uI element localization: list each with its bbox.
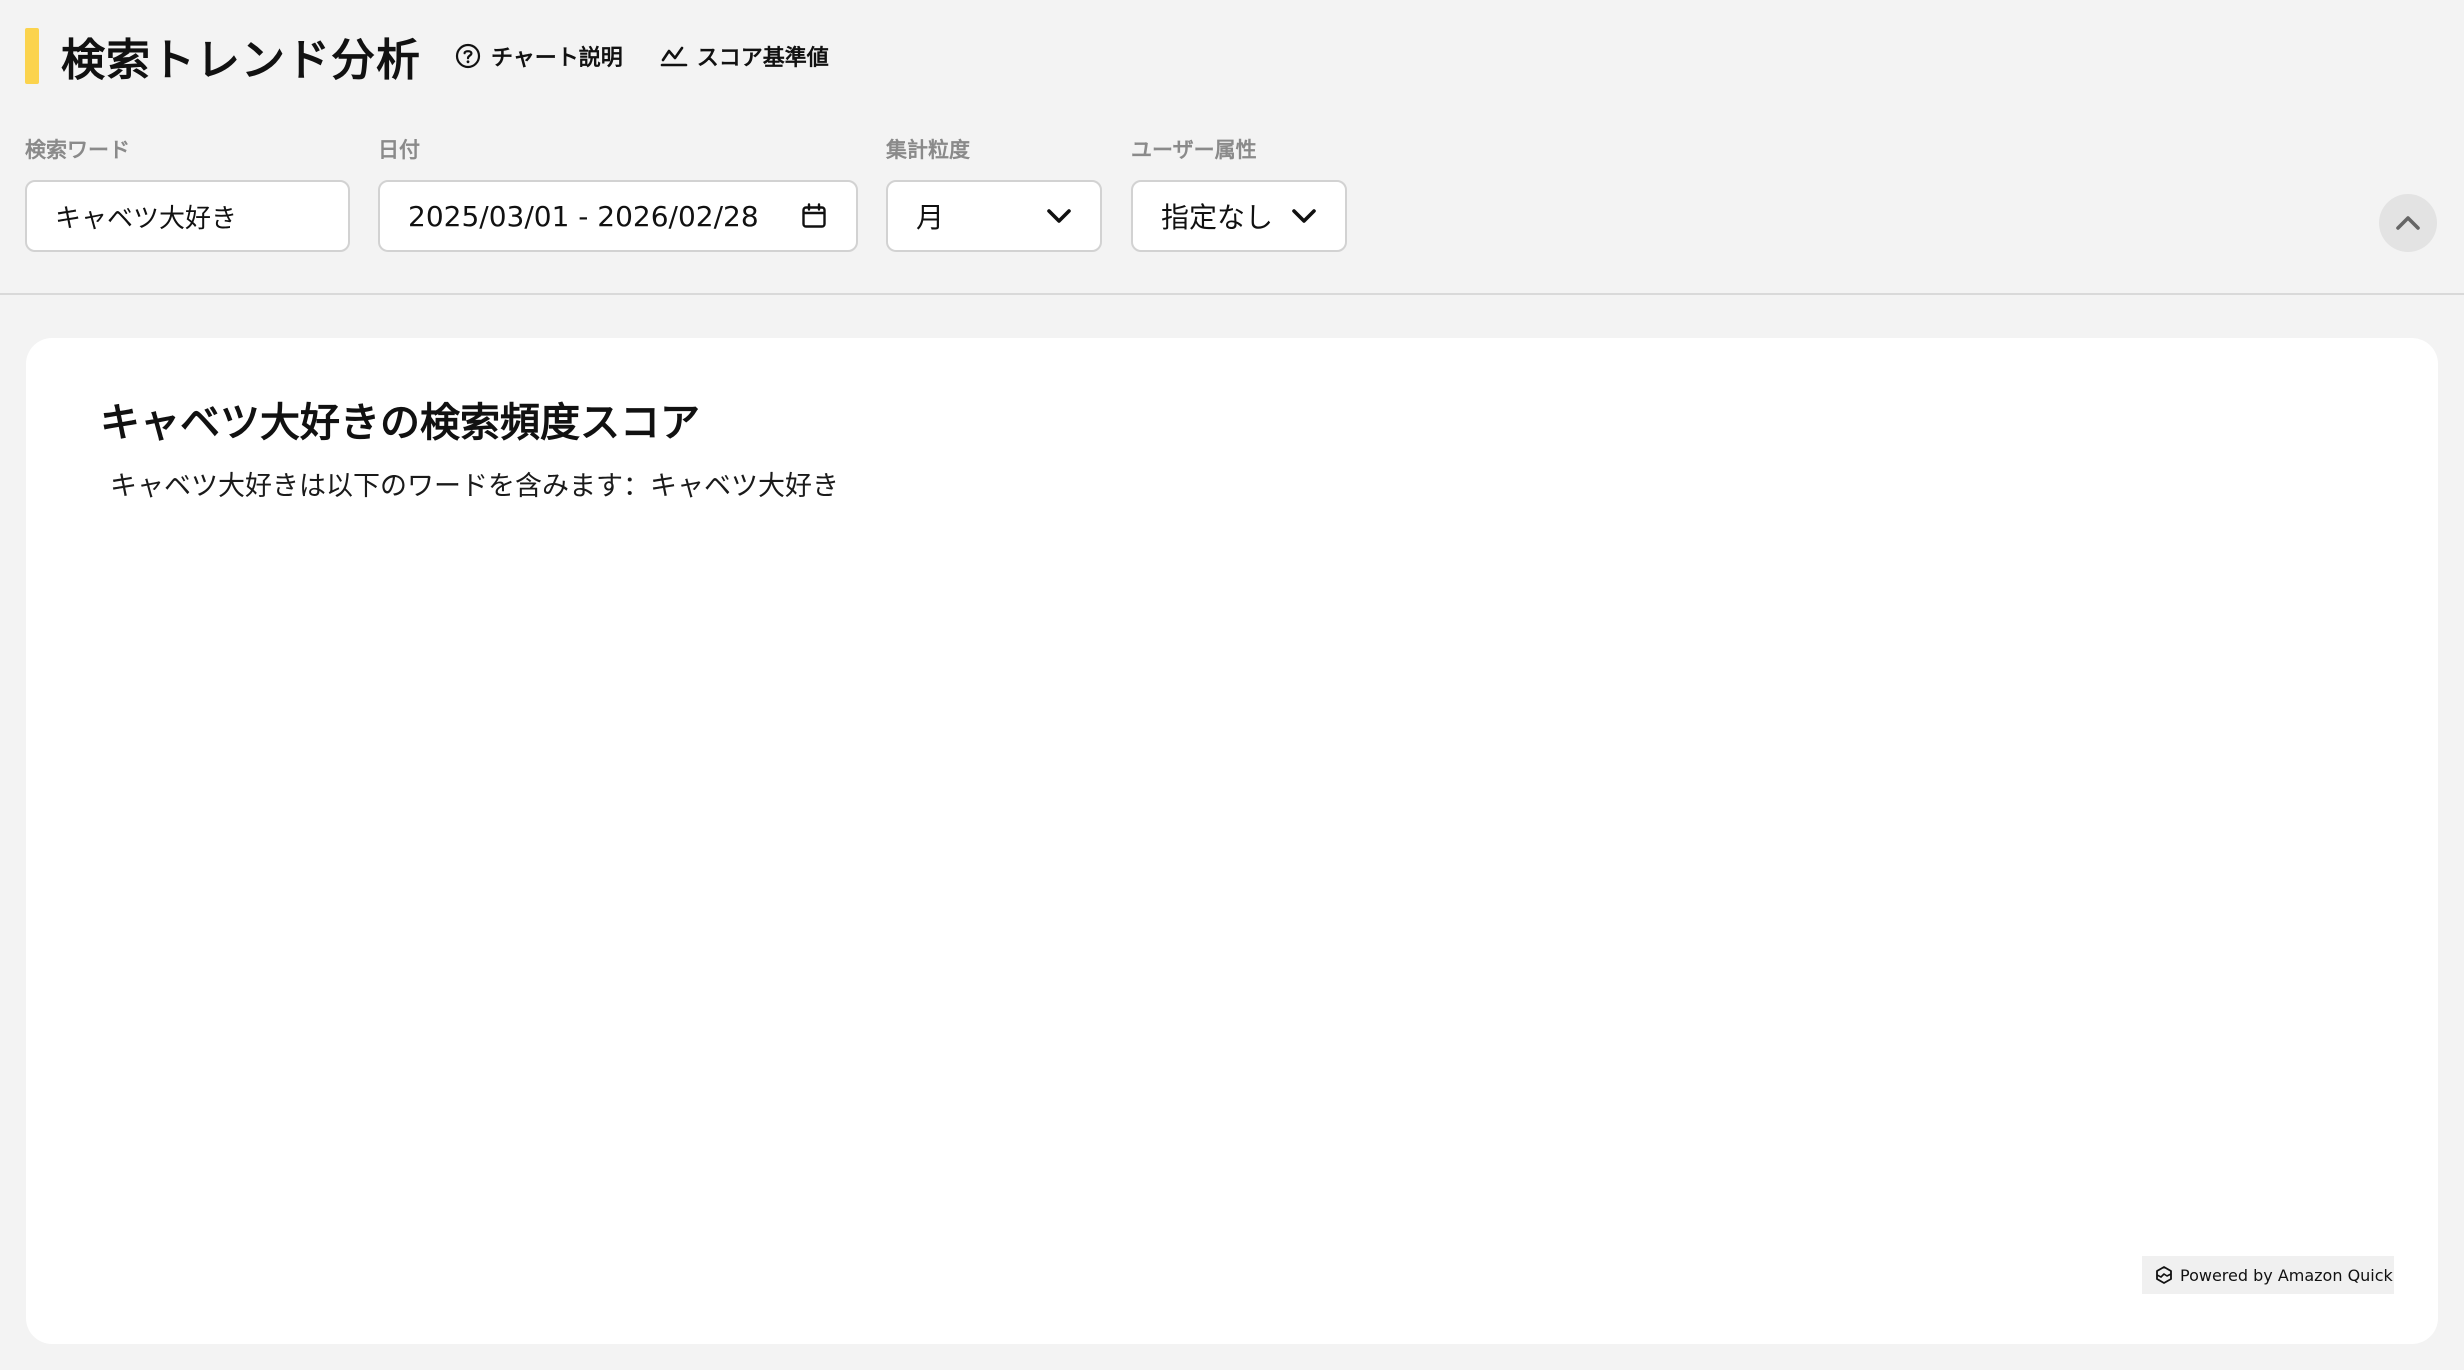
keyword-filter: 検索ワード [25, 136, 350, 252]
chart-help-label: チャート説明 [491, 46, 623, 71]
question-circle-icon [453, 41, 483, 71]
powered-by-badge[interactable]: Powered by Amazon Quick [2142, 1256, 2394, 1294]
keyword-field[interactable] [25, 180, 350, 252]
date-range-picker[interactable]: 2025/03/01 - 2026/02/28 [378, 180, 858, 252]
user-attr-filter: ユーザー属性 指定なし [1131, 136, 1347, 252]
filter-header: 検索トレンド分析 チャート説明 スコア基準値 検索ワード キャベツ大好き 日付 … [0, 0, 2464, 295]
user-attr-filter-label: ユーザー属性 [1131, 138, 1257, 162]
chart-card-title: キャベツ大好きの検索頻度スコア [100, 400, 700, 446]
date-filter: 日付 2025/03/01 - 2026/02/28 [378, 136, 858, 252]
date-filter-label: 日付 [378, 138, 420, 162]
title-row: 検索トレンド分析 チャート説明 スコア基準値 [25, 28, 829, 86]
chevron-down-icon [1291, 207, 1317, 225]
chevron-up-icon [2395, 214, 2421, 232]
user-attr-select[interactable]: 指定なし [1131, 180, 1347, 252]
powered-by-label: Powered by Amazon Quick [2180, 1265, 2393, 1285]
keyword-filter-label: 検索ワード [25, 138, 130, 162]
granularity-select[interactable]: 月 [886, 180, 1102, 252]
score-baseline-label: スコア基準値 [696, 46, 829, 71]
granularity-filter-label: 集計粒度 [886, 138, 970, 162]
user-attr-value: 指定なし [1161, 201, 1274, 234]
granularity-filter: 集計粒度 月 [886, 136, 1102, 252]
calendar-icon[interactable] [800, 202, 828, 230]
page-title: 検索トレンド分析 [61, 35, 421, 86]
trend-line-icon [659, 41, 689, 71]
chevron-down-icon [1046, 207, 1072, 225]
keyword-input[interactable] [55, 201, 320, 231]
amazon-quick-logo-icon [2154, 1265, 2174, 1285]
date-range-value: 2025/03/01 - 2026/02/28 [408, 199, 759, 233]
title-accent-bar [25, 28, 39, 84]
score-chart-card: キャベツ大好きの検索頻度スコア キャベツ大好きは以下のワードを含みます：キャベツ… [26, 338, 2438, 1344]
collapse-filters-button[interactable] [2379, 194, 2437, 252]
granularity-value: 月 [916, 201, 945, 234]
chart-card-description: キャベツ大好きは以下のワードを含みます：キャベツ大好き [110, 471, 839, 502]
chart-help-link[interactable]: チャート説明 [453, 40, 623, 72]
score-baseline-link[interactable]: スコア基準値 [659, 40, 829, 72]
